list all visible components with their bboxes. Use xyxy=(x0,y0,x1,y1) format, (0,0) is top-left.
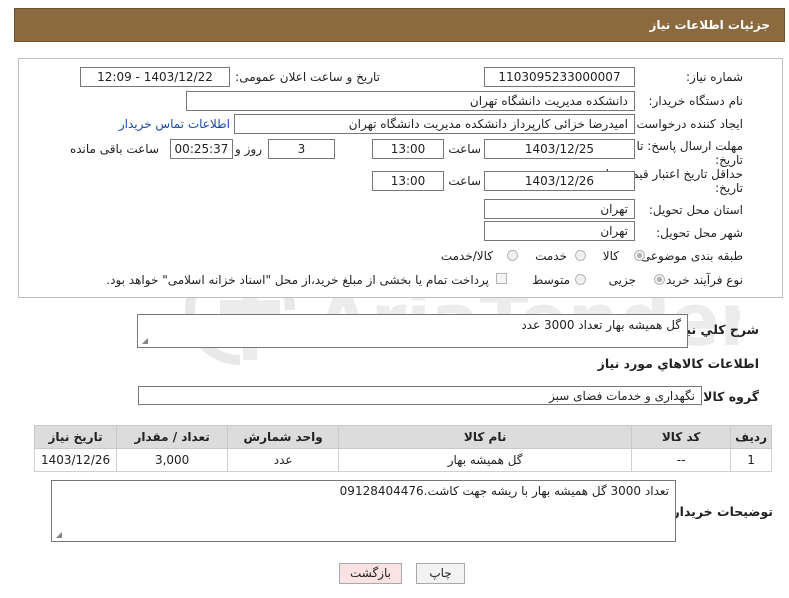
col-row-number: رديف xyxy=(730,425,772,449)
page-header: جزئیات اطلاعات نیاز xyxy=(14,8,785,42)
cell-item-name: گل همیشه بهار xyxy=(338,448,633,472)
need-number-label: شماره نیاز: xyxy=(686,70,743,84)
province-field[interactable]: تهران xyxy=(484,199,635,219)
city-field[interactable]: تهران xyxy=(484,221,635,241)
cell-quantity: 3,000 xyxy=(116,448,229,472)
buyer-notes-text: تعداد 3000 گل همیشه بهار با ریشه جهت کاش… xyxy=(339,484,669,498)
goods-group-field[interactable]: نگهداری و خدمات فضای سبز xyxy=(138,386,702,405)
buyer-org-field[interactable]: دانشکده مدیریت دانشگاه تهران xyxy=(186,91,635,111)
process-radio-minor[interactable] xyxy=(654,274,665,285)
days-label: روز و xyxy=(235,142,262,156)
creator-label: ایجاد کننده درخواست: xyxy=(632,117,743,131)
cell-need-date: 1403/12/26 xyxy=(33,448,118,472)
process-minor-label: جزیی xyxy=(608,273,636,287)
buyer-notes-textarea[interactable]: تعداد 3000 گل همیشه بهار با ریشه جهت کاش… xyxy=(51,480,676,542)
province-label: استان محل تحویل: xyxy=(648,203,743,217)
treasury-payment-checkbox[interactable] xyxy=(496,273,507,284)
back-button[interactable]: بازگشت xyxy=(339,563,402,584)
goods-section-title: اطلاعات کالاهاي مورد نياز xyxy=(597,356,759,371)
goods-group-label: گروه کالا: xyxy=(698,389,759,404)
process-label: نوع فرآیند خرید : xyxy=(658,273,743,287)
deadline-time-field[interactable]: 13:00 xyxy=(372,139,444,159)
category-service-label: خدمت xyxy=(535,249,567,263)
goods-table: رديف کد کالا نام کالا واحد شمارش تعداد /… xyxy=(33,425,772,472)
need-number-field[interactable]: 1103095233000007 xyxy=(484,67,635,87)
goods-table-header: رديف کد کالا نام کالا واحد شمارش تعداد /… xyxy=(33,425,772,449)
deadline-time-label: ساعت xyxy=(448,142,481,156)
price-validity-date-field[interactable]: 1403/12/26 xyxy=(484,171,635,191)
remaining-time-field[interactable]: 00:25:37 xyxy=(170,139,233,159)
col-quantity: تعداد / مقدار xyxy=(116,425,229,449)
deadline-label: مهلت ارسال پاسخ: تا xyxy=(636,139,743,153)
price-validity-time-field[interactable]: 13:00 xyxy=(372,171,444,191)
remaining-time-label: ساعت باقی مانده xyxy=(69,142,159,156)
price-validity-time-label: ساعت xyxy=(448,174,481,188)
process-radio-medium[interactable] xyxy=(575,274,586,285)
category-radio-goods-service[interactable] xyxy=(507,250,518,261)
category-goods-service-label: کالا/خدمت xyxy=(440,249,493,263)
category-radio-goods[interactable] xyxy=(634,250,645,261)
cell-item-code: -- xyxy=(631,448,732,472)
deadline-date-label: تاریخ: xyxy=(715,153,743,167)
category-goods-label: کالا xyxy=(602,249,619,263)
cell-unit: عدد xyxy=(227,448,340,472)
city-label: شهر محل تحویل: xyxy=(656,226,743,240)
deadline-date-field[interactable]: 1403/12/25 xyxy=(484,139,635,159)
buyer-org-label: نام دستگاه خریدار: xyxy=(648,94,744,108)
announce-datetime-label: تاریخ و ساعت اعلان عمومی: xyxy=(235,70,380,84)
category-label: طبقه بندی موضوعی: xyxy=(636,249,743,263)
resize-grip-icon[interactable]: ◢ xyxy=(140,337,148,345)
buyer-contact-link[interactable]: اطلاعات تماس خریدار xyxy=(119,117,230,131)
summary-textarea[interactable]: گل همیشه بهار تعداد 3000 عدد ◢ xyxy=(137,314,688,348)
resize-grip-icon[interactable]: ◢ xyxy=(54,531,62,539)
summary-text: گل همیشه بهار تعداد 3000 عدد xyxy=(521,318,681,332)
process-medium-label: متوسط xyxy=(532,273,570,287)
col-item-name: نام کالا xyxy=(338,425,633,449)
creator-field[interactable]: امیدرضا خزائی کارپرداز دانشکده مدیریت دا… xyxy=(234,114,635,134)
cell-row-number: 1 xyxy=(730,448,772,472)
treasury-payment-note: پرداخت تمام یا بخشی از مبلغ خرید،از محل … xyxy=(106,273,489,287)
announce-datetime-field[interactable]: 1403/12/22 - 12:09 xyxy=(80,67,230,87)
page-title: جزئیات اطلاعات نیاز xyxy=(649,18,770,32)
buyer-notes-label: توضیحات خریدار: xyxy=(667,504,773,519)
price-validity-date-label: تاریخ: xyxy=(715,181,743,195)
days-remaining-field[interactable]: 3 xyxy=(268,139,335,159)
col-unit: واحد شمارش xyxy=(227,425,340,449)
table-row[interactable]: 1 -- گل همیشه بهار عدد 3,000 1403/12/26 xyxy=(33,448,772,472)
category-radio-service[interactable] xyxy=(575,250,586,261)
col-need-date: تاریخ نیاز xyxy=(33,425,118,449)
col-item-code: کد کالا xyxy=(631,425,732,449)
print-button[interactable]: چاپ xyxy=(416,563,465,584)
